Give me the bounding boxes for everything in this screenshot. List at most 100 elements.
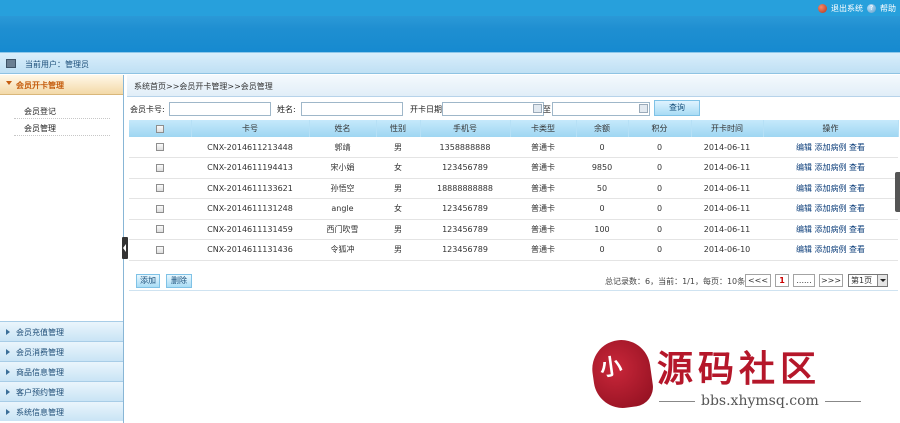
sidebar-section-label: 系统信息管理 bbox=[16, 408, 64, 417]
column-header[interactable]: 积分 bbox=[628, 120, 692, 137]
points-cell: 0 bbox=[628, 178, 691, 199]
edit-link[interactable]: 编辑 bbox=[796, 225, 812, 234]
row-checkbox[interactable] bbox=[156, 204, 164, 213]
calendar-icon[interactable] bbox=[533, 104, 542, 113]
open-date-cell: 2014-06-11 bbox=[691, 137, 763, 158]
help-link[interactable]: 帮助 bbox=[880, 3, 896, 14]
table-row: CNX-2014611131436 令狐冲 男 123456789 普通卡 0 … bbox=[129, 239, 898, 261]
breadcrumb: 系统首页>>会员开卡管理>>会员管理 bbox=[127, 75, 900, 97]
add-record-link[interactable]: 添加病例 bbox=[815, 163, 847, 172]
card-no-input[interactable] bbox=[169, 102, 271, 116]
column-header[interactable]: 余额 bbox=[576, 120, 629, 137]
collapse-arrow-icon bbox=[6, 389, 10, 395]
open-date-cell: 2014-06-10 bbox=[691, 239, 763, 261]
card-no-cell: CNX-2014611194413 bbox=[191, 157, 309, 179]
edit-link[interactable]: 编辑 bbox=[796, 163, 812, 172]
table-row: CNX-2014611131248 angle 女 123456789 普通卡 … bbox=[129, 198, 898, 220]
calendar-icon[interactable] bbox=[639, 104, 648, 113]
add-record-link[interactable]: 添加病例 bbox=[815, 184, 847, 193]
view-link[interactable]: 查看 bbox=[849, 245, 865, 254]
view-link[interactable]: 查看 bbox=[849, 225, 865, 234]
column-header[interactable]: 操作 bbox=[763, 120, 899, 137]
row-checkbox[interactable] bbox=[156, 163, 164, 172]
card-no-cell: CNX-2014611131248 bbox=[191, 198, 309, 220]
add-record-link[interactable]: 添加病例 bbox=[815, 245, 847, 254]
open-date-cell: 2014-06-11 bbox=[691, 219, 763, 240]
row-checkbox[interactable] bbox=[156, 225, 164, 234]
top-links: 退出系统 ? 帮助 bbox=[818, 3, 896, 14]
view-link[interactable]: 查看 bbox=[849, 163, 865, 172]
sidebar-item-member-management[interactable]: 会员管理 bbox=[14, 122, 110, 136]
card-no-cell: CNX-2014611131436 bbox=[191, 239, 309, 261]
card-no-label: 会员卡号: bbox=[130, 105, 165, 114]
column-header[interactable]: 开卡时间 bbox=[691, 120, 764, 137]
help-icon[interactable]: ? bbox=[867, 4, 876, 13]
sidebar-item-member-register[interactable]: 会员登记 bbox=[14, 105, 110, 119]
phone-cell: 123456789 bbox=[420, 157, 510, 179]
column-header[interactable]: 性别 bbox=[376, 120, 421, 137]
phone-cell: 18888888888 bbox=[420, 178, 510, 199]
edit-link[interactable]: 编辑 bbox=[796, 184, 812, 193]
collapse-arrow-icon bbox=[6, 369, 10, 375]
user-bar: 当前用户：管理员 bbox=[0, 52, 900, 74]
add-record-link[interactable]: 添加病例 bbox=[815, 225, 847, 234]
edit-link[interactable]: 编辑 bbox=[796, 143, 812, 152]
side-scroll-tab[interactable] bbox=[895, 172, 900, 212]
sidebar-section-label: 会员开卡管理 bbox=[16, 81, 64, 90]
view-link[interactable]: 查看 bbox=[849, 184, 865, 193]
row-select-cell bbox=[129, 157, 191, 179]
row-checkbox[interactable] bbox=[156, 245, 164, 254]
card-type-cell: 普通卡 bbox=[510, 219, 576, 240]
gender-cell: 女 bbox=[376, 198, 420, 220]
gender-cell: 男 bbox=[376, 239, 420, 261]
add-button[interactable]: 添加 bbox=[136, 274, 160, 288]
seal-text: 小 bbox=[598, 353, 624, 382]
table-row: CNX-2014611194413 宋小娟 女 123456789 普通卡 98… bbox=[129, 157, 898, 179]
column-header[interactable]: 手机号 bbox=[420, 120, 511, 137]
page-jump-input[interactable]: ...... bbox=[793, 274, 815, 287]
row-checkbox[interactable] bbox=[156, 143, 164, 151]
add-record-link[interactable]: 添加病例 bbox=[815, 143, 847, 152]
logout-link[interactable]: 退出系统 bbox=[831, 3, 863, 14]
open-date-label: 开卡日期 bbox=[410, 105, 442, 114]
date-to-input[interactable] bbox=[552, 102, 650, 116]
table-row: CNX-2014611133621 孙悟空 男 18888888888 普通卡 … bbox=[129, 178, 898, 199]
edit-link[interactable]: 编辑 bbox=[796, 245, 812, 254]
logout-icon[interactable] bbox=[818, 4, 827, 13]
name-cell: 宋小娟 bbox=[309, 157, 376, 179]
sidebar-section-consumption[interactable]: 会员消费管理 bbox=[0, 341, 123, 361]
name-input[interactable] bbox=[301, 102, 403, 116]
column-header[interactable]: 卡类型 bbox=[510, 120, 577, 137]
sidebar-section-recharge[interactable]: 会员充值管理 bbox=[0, 321, 123, 341]
add-record-link[interactable]: 添加病例 bbox=[815, 204, 847, 213]
column-header[interactable]: 姓名 bbox=[309, 120, 377, 137]
table-header-row: 卡号 姓名 性别 手机号 卡类型 余额 积分 开卡时间 操作 bbox=[129, 120, 899, 137]
select-all-checkbox[interactable] bbox=[155, 124, 164, 133]
sidebar-section-system[interactable]: 系统信息管理 bbox=[0, 401, 123, 421]
top-banner: 退出系统 ? 帮助 bbox=[0, 0, 900, 52]
sidebar-section-label: 会员充值管理 bbox=[16, 328, 64, 337]
delete-button[interactable]: 删除 bbox=[166, 274, 192, 288]
current-page-number[interactable]: 1 bbox=[775, 274, 789, 287]
view-link[interactable]: 查看 bbox=[849, 143, 865, 152]
view-link[interactable]: 查看 bbox=[849, 204, 865, 213]
edit-link[interactable]: 编辑 bbox=[796, 204, 812, 213]
sidebar-section-goods[interactable]: 商品信息管理 bbox=[0, 361, 123, 381]
card-no-cell: CNX-2014611133621 bbox=[191, 178, 309, 199]
date-to-label: 至 bbox=[543, 105, 551, 114]
page-select[interactable]: 第1页 bbox=[848, 274, 888, 287]
sidebar-section-reservation[interactable]: 客户预约管理 bbox=[0, 381, 123, 401]
first-page-button[interactable]: <<< bbox=[745, 274, 771, 287]
next-page-button[interactable]: >>> bbox=[819, 274, 843, 287]
expand-arrow-icon bbox=[6, 81, 12, 85]
query-button[interactable]: 查询 bbox=[654, 100, 700, 116]
row-checkbox[interactable] bbox=[156, 184, 164, 193]
chevron-down-icon[interactable] bbox=[877, 275, 887, 286]
current-user-text: 当前用户：管理员 bbox=[25, 60, 89, 69]
balance-cell: 9850 bbox=[576, 157, 628, 179]
column-header[interactable]: 卡号 bbox=[191, 120, 310, 137]
record-summary: 总记录数：6，当前：1/1，每页：10条 bbox=[605, 277, 746, 286]
card-type-cell: 普通卡 bbox=[510, 157, 576, 179]
sidebar-section-card-management[interactable]: 会员开卡管理 bbox=[0, 75, 123, 95]
date-from-input[interactable] bbox=[442, 102, 544, 116]
